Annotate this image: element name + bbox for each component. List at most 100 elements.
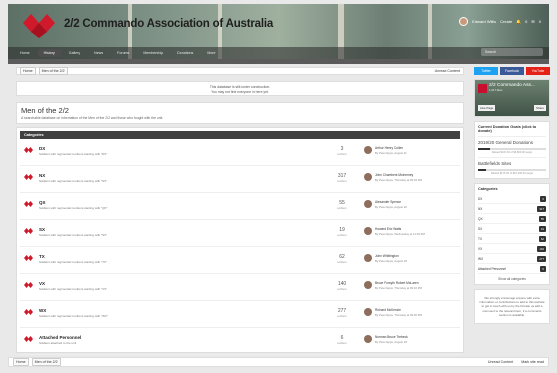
last-entry-title[interactable]: Norman Bruce Trebeck <box>375 335 408 339</box>
category-count-label: soldiers <box>337 206 347 210</box>
category-title[interactable]: SX <box>39 227 45 232</box>
category-title[interactable]: VX <box>39 281 45 286</box>
show-all-categories-link[interactable]: Show all categories <box>478 277 546 281</box>
sidebar-category-name[interactable]: Attached Personnel <box>478 267 506 271</box>
forum-icon <box>24 255 33 261</box>
sidebar-category-item[interactable]: TX 62 <box>478 234 546 244</box>
sidebar-category-name[interactable]: VX <box>478 247 482 251</box>
sidebar-category-count: 19 <box>538 225 546 232</box>
like-page-button[interactable]: Like Page <box>478 105 496 111</box>
sidebar-category-item[interactable]: WX 277 <box>478 254 546 264</box>
last-entry-title[interactable]: Richard McKenzie <box>375 308 401 312</box>
nav-tab-history[interactable]: History <box>37 49 61 57</box>
avatar[interactable] <box>364 281 372 289</box>
breadcrumb-home[interactable]: Home <box>20 67 36 75</box>
category-row[interactable]: WX Soldiers with regimental numbers start… <box>20 301 460 328</box>
sidebar-category-name[interactable]: WX <box>478 257 483 261</box>
mark-site-read-link[interactable]: Mark site read <box>521 360 544 364</box>
avatar[interactable] <box>364 200 372 208</box>
sidebar-category-item[interactable]: SX 19 <box>478 224 546 234</box>
facebook-button[interactable]: Facebook <box>500 67 524 75</box>
nav-tab-gallery[interactable]: Gallery <box>63 49 86 57</box>
category-row[interactable]: VX Soldiers with regimental numbers start… <box>20 274 460 301</box>
user-menu[interactable]: Edward Willis Create 🔔 0 ✉ 0 <box>459 17 541 26</box>
category-title[interactable]: WX <box>39 308 46 313</box>
nav-tab-home[interactable]: Home <box>14 49 36 57</box>
sidebar-category-item[interactable]: DX 3 <box>478 194 546 204</box>
category-title[interactable]: TX <box>39 254 45 259</box>
sidebar-category-count: 62 <box>538 235 546 242</box>
categories-widget-list: DX 3 NX 317 QX 55 SX 19 TX 62 VX 140 WX 277 Attached P… <box>478 194 546 274</box>
facebook-widget[interactable]: 2/2 Commando Ass... 1,017 likes Like Pag… <box>474 79 550 117</box>
sidebar-category-name[interactable]: QX <box>478 217 483 221</box>
sidebar-category-item[interactable]: VX 140 <box>478 244 546 254</box>
site-title[interactable]: 2/2 Commando Association of Australia <box>64 18 273 30</box>
last-entry-title[interactable]: Alexander Spence <box>375 200 401 204</box>
last-entry-title[interactable]: John Whittington <box>375 254 399 258</box>
nav-tab-news[interactable]: News <box>88 49 109 57</box>
category-row[interactable]: Attached Personnel Soldiers attached to t… <box>20 328 460 355</box>
user-name[interactable]: Edward Willis <box>472 19 496 24</box>
category-row[interactable]: TX Soldiers with regimental numbers start… <box>20 247 460 274</box>
footer-unread-content[interactable]: Unread Content <box>488 360 513 364</box>
forum-icon <box>24 336 33 342</box>
share-button[interactable]: Share <box>533 105 546 111</box>
last-entry-meta: By Peter Epps, August 18 <box>375 259 407 263</box>
page-header: Men of the 2/2 A searchable database on … <box>16 102 464 124</box>
nav-tab-donations[interactable]: Donations <box>171 49 199 57</box>
last-entry-title[interactable]: Howard Eric Watts <box>375 227 401 231</box>
donation-title[interactable]: Current Donation Goals (click to donate) <box>478 125 546 133</box>
avatar[interactable] <box>364 308 372 316</box>
avatar[interactable] <box>459 17 469 26</box>
footer-current[interactable]: Men of the 2/2 <box>31 358 61 366</box>
messages-icon[interactable]: ✉ <box>531 19 534 24</box>
donation-goal-1-label[interactable]: 2019/20 General Donations <box>478 140 546 145</box>
avatar[interactable] <box>364 254 372 262</box>
category-title[interactable]: QX <box>39 200 46 205</box>
last-entry-title[interactable]: Bruce Forsyth Robert McLaren <box>375 281 419 285</box>
main-nav: Home History Gallery News Forums Members… <box>8 47 549 59</box>
category-row[interactable]: QX Soldiers with regimental numbers start… <box>20 193 460 220</box>
unread-content-link[interactable]: Unread Content <box>435 69 460 73</box>
sidebar-category-name[interactable]: DX <box>478 197 482 201</box>
breadcrumb-current[interactable]: Men of the 2/2 <box>38 67 68 75</box>
avatar[interactable] <box>364 146 372 154</box>
avatar[interactable] <box>364 173 372 181</box>
donation-goal-2-label[interactable]: Battlefields Sites <box>478 161 546 166</box>
twitter-button[interactable]: Twitter <box>474 67 498 75</box>
sidebar-category-name[interactable]: SX <box>478 227 482 231</box>
last-entry-meta: By Peter Epps, Wednesday at 11:03 PM <box>375 232 425 236</box>
sidebar-category-count: 55 <box>538 215 546 222</box>
nav-tab-more[interactable]: More <box>201 49 221 57</box>
category-count-label: soldiers <box>337 179 347 183</box>
avatar[interactable] <box>364 227 372 235</box>
search-input[interactable]: Search <box>481 48 543 56</box>
nav-tab-forums[interactable]: Forums <box>111 49 135 57</box>
last-entry-meta: By Peter Epps, August 11 <box>375 151 407 155</box>
notice-line-2: You may not find everyone in here yet. <box>211 89 269 94</box>
notifications-icon[interactable]: 🔔 <box>516 19 521 24</box>
footer-home[interactable]: Home <box>13 358 29 366</box>
facebook-page-avatar <box>478 84 487 93</box>
last-entry-title[interactable]: John Chambers McInerney <box>375 173 413 177</box>
category-title[interactable]: DX <box>39 146 45 151</box>
category-row[interactable]: DX Soldiers with regimental numbers start… <box>20 139 460 166</box>
avatar[interactable] <box>364 335 372 343</box>
donation-goal-1-bar <box>478 148 546 150</box>
sidebar-category-name[interactable]: TX <box>478 237 482 241</box>
category-title[interactable]: Attached Personnel <box>39 335 81 340</box>
create-button[interactable]: Create <box>500 19 512 24</box>
category-title[interactable]: NX <box>39 173 45 178</box>
categories-header: Categories <box>20 131 460 139</box>
footer-breadcrumb: Home Men of the 2/2 Unread Content Mark … <box>8 357 549 367</box>
youtube-button[interactable]: YouTube <box>526 67 550 75</box>
sidebar-category-item[interactable]: NX 317 <box>478 204 546 214</box>
category-row[interactable]: SX Soldiers with regimental numbers start… <box>20 220 460 247</box>
nav-tab-membership[interactable]: Membership <box>137 49 169 57</box>
category-row[interactable]: NX Soldiers with regimental numbers start… <box>20 166 460 193</box>
sidebar-category-name[interactable]: NX <box>478 207 482 211</box>
logo-icon[interactable] <box>22 14 56 38</box>
last-entry-title[interactable]: Arthur Henry Cullen <box>375 146 403 150</box>
sidebar-category-item[interactable]: Attached Personnel 6 <box>478 264 546 274</box>
sidebar-category-item[interactable]: QX 55 <box>478 214 546 224</box>
